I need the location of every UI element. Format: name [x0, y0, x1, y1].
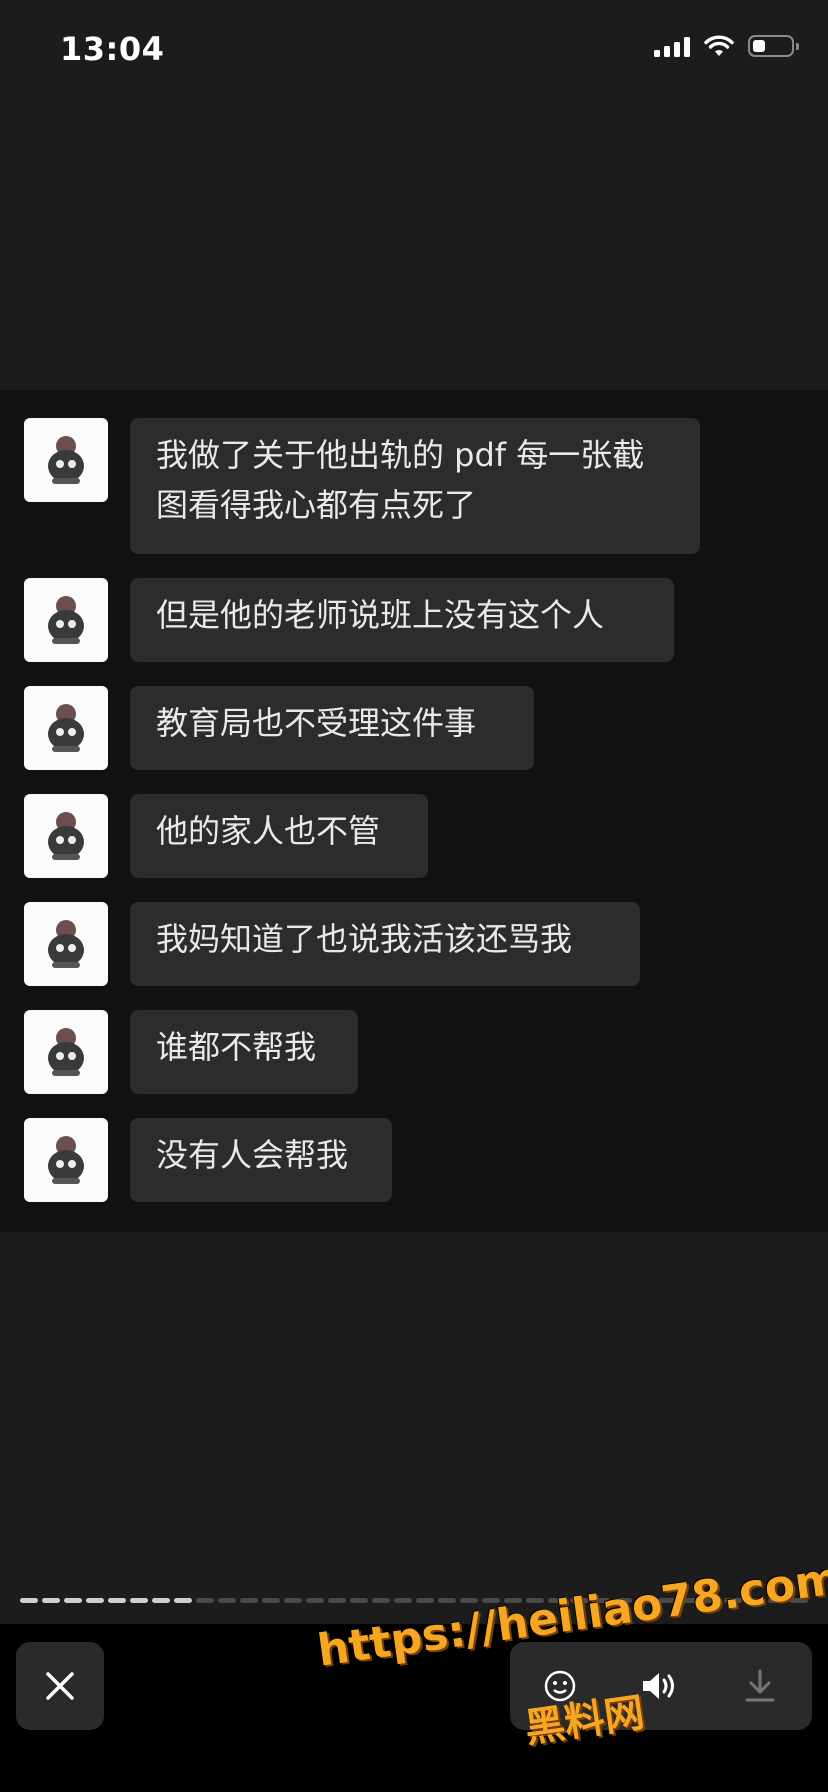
progress-segment — [108, 1598, 126, 1603]
progress-segment — [592, 1598, 610, 1603]
download-icon — [745, 1669, 775, 1702]
close-button[interactable] — [16, 1642, 104, 1730]
progress-segment — [240, 1598, 258, 1603]
progress-segment — [64, 1598, 82, 1603]
progress-segment — [504, 1598, 522, 1603]
speaker-icon — [643, 1673, 674, 1699]
progress-segment — [262, 1598, 280, 1603]
progress-segment — [196, 1598, 214, 1603]
progress-segment — [768, 1598, 786, 1603]
message-bubble: 我妈知道了也说我活该还骂我 — [130, 902, 640, 986]
status-time: 13:04 — [60, 30, 165, 68]
face-button[interactable] — [510, 1642, 610, 1730]
message-bubble: 谁都不帮我 — [130, 1010, 358, 1094]
progress-segment — [152, 1598, 170, 1603]
progress-segment — [724, 1598, 742, 1603]
wifi-icon — [704, 35, 734, 56]
avatar — [24, 1118, 108, 1202]
message-bubble: 我做了关于他出轨的 pdf 每一张截 图看得我心都有点死了 — [130, 418, 700, 554]
progress-segment — [218, 1598, 236, 1603]
progress-segment — [548, 1598, 566, 1603]
media-actions — [510, 1642, 812, 1730]
message-bubble: 没有人会帮我 — [130, 1118, 392, 1202]
progress-segment — [42, 1598, 60, 1603]
avatar — [24, 1010, 108, 1094]
avatar — [24, 686, 108, 770]
progress-segment — [86, 1598, 104, 1603]
progress-segment — [306, 1598, 324, 1603]
face-icon — [544, 1670, 576, 1702]
progress-segment — [570, 1598, 588, 1603]
download-button[interactable] — [710, 1642, 810, 1730]
progress-segment — [174, 1598, 192, 1603]
progress-segment — [482, 1598, 500, 1603]
progress-segment — [394, 1598, 412, 1603]
progress-segment — [746, 1598, 764, 1603]
progress-segment — [438, 1598, 456, 1603]
progress-segment — [526, 1598, 544, 1603]
progress-segment — [372, 1598, 390, 1603]
cellular-signal-icon — [654, 35, 690, 57]
bottom-toolbar — [0, 1624, 828, 1792]
progress-segment — [284, 1598, 302, 1603]
status-icons — [654, 34, 799, 58]
avatar — [24, 418, 108, 502]
progress-segment — [130, 1598, 148, 1603]
progress-segment — [460, 1598, 478, 1603]
progress-segment — [790, 1598, 808, 1603]
progress-segment — [614, 1598, 632, 1603]
message-bubble: 但是他的老师说班上没有这个人 — [130, 578, 674, 662]
battery-icon — [748, 35, 799, 57]
chat-screenshot: 我做了关于他出轨的 pdf 每一张截 图看得我心都有点死了 但是他的老师说班上没… — [0, 390, 828, 1232]
progress-segment — [680, 1598, 698, 1603]
avatar — [24, 902, 108, 986]
story-progress-bar — [20, 1598, 808, 1604]
progress-segment — [702, 1598, 720, 1603]
avatar — [24, 578, 108, 662]
avatar — [24, 794, 108, 878]
progress-segment — [636, 1598, 654, 1603]
status-bar: 13:04 — [0, 0, 828, 100]
progress-segment — [416, 1598, 434, 1603]
sound-button[interactable] — [610, 1642, 710, 1730]
progress-segment — [328, 1598, 346, 1603]
progress-segment — [20, 1598, 38, 1603]
progress-segment — [350, 1598, 368, 1603]
close-icon — [46, 1672, 74, 1700]
message-bubble: 他的家人也不管 — [130, 794, 428, 878]
message-bubble: 教育局也不受理这件事 — [130, 686, 534, 770]
progress-segment — [658, 1598, 676, 1603]
